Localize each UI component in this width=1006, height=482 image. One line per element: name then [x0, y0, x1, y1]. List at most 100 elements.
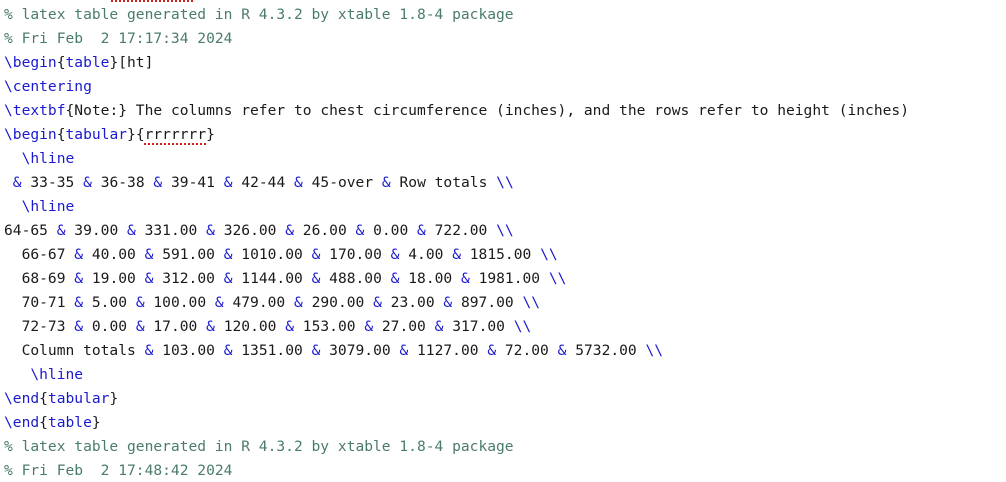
code-line[interactable]: Column totals & 103.00 & 1351.00 & 3079.… [4, 339, 664, 363]
text-token: 42-44 [232, 174, 295, 191]
code-line[interactable]: \centering [4, 75, 92, 99]
code-line[interactable]: % latex table generated in R 4.3.2 by xt… [4, 435, 514, 459]
text-token: 72-73 [4, 318, 75, 335]
text-token: 1351.00 [232, 342, 312, 359]
text-token: 40.00 [83, 246, 145, 263]
text-token: 33-35 [21, 174, 84, 191]
text-token: 100.00 [144, 294, 215, 311]
text-token: Row totals [390, 174, 497, 191]
text-token: } [91, 414, 101, 431]
command-token: tabular [65, 126, 128, 143]
command-token: table [65, 54, 110, 71]
text-token: 70-71 [4, 294, 75, 311]
code-line[interactable]: 68-69 & 19.00 & 312.00 & 1144.00 & 488.0… [4, 267, 567, 291]
text-token: { [39, 414, 48, 431]
text-token: 0.00 [364, 222, 418, 239]
text-token: 722.00 [425, 222, 497, 239]
symbol-token: & [364, 318, 374, 335]
code-line[interactable]: \begin{table}[ht] [4, 51, 153, 75]
code-line[interactable]: \hline [4, 195, 75, 219]
command-token: \begin [4, 126, 57, 143]
code-line[interactable]: 66-67 & 40.00 & 591.00 & 1010.00 & 170.0… [4, 243, 558, 267]
symbol-token: & [460, 270, 470, 287]
symbol-token: & [206, 222, 215, 239]
text-token: 68-69 [4, 270, 75, 287]
text-token: 17.00 [144, 318, 207, 335]
text-token: 1127.00 [408, 342, 488, 359]
text-token: 153.00 [294, 318, 365, 335]
text-token: 1144.00 [232, 270, 312, 287]
misspelled-token: rrrrrrr [144, 126, 207, 143]
symbol-token: & [153, 174, 163, 191]
text-token: 290.00 [302, 294, 374, 311]
comment-token: % Fri Feb 2 17:17:34 2024 [4, 30, 233, 47]
text-token: 23.00 [381, 294, 444, 311]
symbol-token: & [83, 174, 92, 191]
symbol-token: & [399, 342, 409, 359]
symbol-token: & [373, 294, 382, 311]
symbol-token: & [135, 318, 145, 335]
command-token: \hline [4, 366, 84, 383]
text-token: 39-41 [162, 174, 224, 191]
text-token: }[ht] [109, 54, 154, 71]
symbol-token: \\ [513, 318, 532, 335]
text-token: 5732.00 [566, 342, 646, 359]
comment-token: % Fri Feb 2 17:48:42 2024 [4, 462, 233, 479]
code-line[interactable]: \begin{tabular}{rrrrrrr} [4, 123, 215, 147]
symbol-token: & [285, 318, 295, 335]
text-token: 103.00 [153, 342, 224, 359]
code-line[interactable]: % Fri Feb 2 17:48:42 2024 [4, 459, 232, 482]
text-token: 64-65 [4, 222, 57, 239]
symbol-token: & [452, 246, 461, 263]
code-editor[interactable]: % latex table generated in R 4.3.2 by xt… [0, 0, 1006, 482]
text-token: 317.00 [443, 318, 514, 335]
text-token: 1981.00 [469, 270, 549, 287]
symbol-token: \\ [522, 294, 541, 311]
text-token: 18.00 [399, 270, 461, 287]
text-token: 36-38 [91, 174, 154, 191]
symbol-token: & [294, 294, 303, 311]
code-line[interactable]: 64-65 & 39.00 & 331.00 & 326.00 & 26.00 … [4, 219, 514, 243]
code-line[interactable]: \textbf{Note:} The columns refer to ches… [4, 99, 909, 123]
symbol-token: & [56, 222, 66, 239]
text-token: 66-67 [4, 246, 75, 263]
text-token: 312.00 [153, 270, 224, 287]
text-token: {Note:} The columns refer to chest circu… [65, 102, 909, 119]
command-token: \textbf [4, 102, 66, 119]
symbol-token: & [135, 294, 145, 311]
comment-token: % latex table generated in R 4.3.2 by xt… [4, 6, 514, 23]
symbol-token: & [285, 222, 295, 239]
text-token: { [56, 126, 66, 143]
code-line[interactable]: % latex table generated in R 4.3.2 by xt… [4, 3, 514, 27]
code-line[interactable]: 70-71 & 5.00 & 100.00 & 479.00 & 290.00 … [4, 291, 541, 315]
code-line[interactable]: \hline [4, 363, 83, 387]
text-token: 170.00 [320, 246, 391, 263]
code-line[interactable]: 72-73 & 0.00 & 17.00 & 120.00 & 153.00 &… [4, 315, 532, 339]
symbol-token: & [223, 246, 233, 263]
text-token: 479.00 [223, 294, 294, 311]
symbol-token: & [355, 222, 365, 239]
code-line[interactable]: & 33-35 & 36-38 & 39-41 & 42-44 & 45-ove… [4, 171, 514, 195]
command-token: \end [4, 390, 40, 407]
code-line[interactable]: \hline [4, 147, 75, 171]
symbol-token: & [223, 174, 233, 191]
symbol-token: & [214, 294, 224, 311]
symbol-token: & [127, 222, 136, 239]
text-token: { [56, 54, 66, 71]
symbol-token: & [12, 174, 22, 191]
code-line[interactable]: % Fri Feb 2 17:17:34 2024 [4, 27, 232, 51]
symbol-token: & [487, 342, 497, 359]
symbol-token: \\ [548, 270, 567, 287]
symbol-token: \\ [496, 222, 514, 239]
command-token: table [47, 414, 92, 431]
text-token: 45-over [302, 174, 382, 191]
symbol-token: & [74, 270, 84, 287]
command-token: \end [4, 414, 40, 431]
text-token: Column totals [4, 342, 145, 359]
symbol-token: & [206, 318, 215, 335]
code-line[interactable]: \end{tabular} [4, 387, 118, 411]
command-token: \begin [4, 54, 57, 71]
text-token: 897.00 [452, 294, 523, 311]
code-line[interactable]: \end{table} [4, 411, 101, 435]
